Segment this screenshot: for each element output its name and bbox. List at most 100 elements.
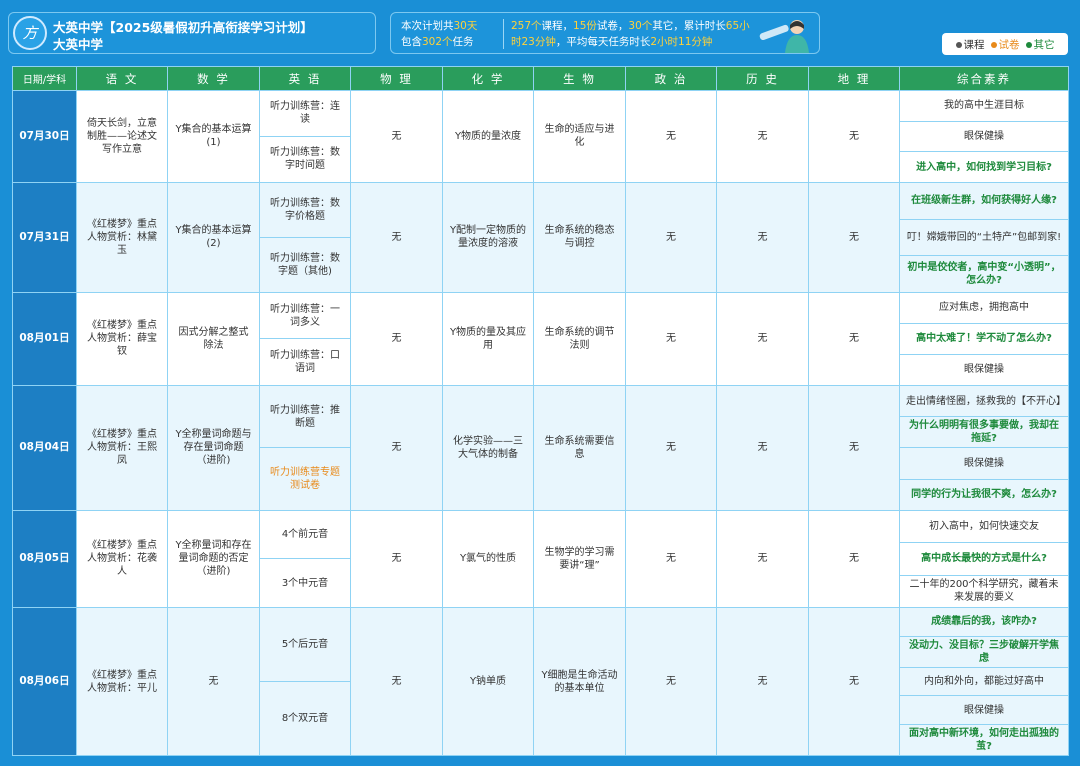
politics-cell[interactable]: 无 [625, 384, 717, 511]
math-cell[interactable]: Y集合的基本运算(1) [167, 90, 260, 183]
chemistry-cell[interactable]: Y物质的量及其应用 [442, 291, 534, 386]
english-cell[interactable]: 听力训练营：数字时间题 [259, 135, 351, 183]
plan-details: 257个课程，15份试卷，30个其它，累计时长65小时23分钟，平均每天任务时长… [511, 20, 750, 48]
geography-cell[interactable]: 无 [808, 181, 900, 293]
biology-cell[interactable]: 生命系统的调节法则 [533, 291, 626, 386]
biology-cell[interactable]: 生命系统的稳态与调控 [533, 181, 626, 293]
quality-cell[interactable]: 高中太难了！学不动了怎么办? [899, 322, 1069, 355]
math-cell[interactable]: Y全称量词和存在量词命题的否定（进阶) [167, 509, 260, 608]
quality-cell[interactable]: 叮！嫦娥带回的“土特产”包邮到家! [899, 218, 1069, 257]
math-cell[interactable]: Y全称量词命题与存在量词命题（进阶) [167, 384, 260, 511]
chinese-cell[interactable]: 《红楼梦》重点人物赏析：平儿 [76, 606, 168, 757]
quality-cell[interactable]: 成绩靠后的我，该咋办? [899, 606, 1069, 637]
history-cell[interactable]: 无 [716, 384, 809, 511]
date-cell[interactable]: 08月01日 [12, 291, 77, 386]
quality-cell[interactable]: 初入高中，如何快速交友 [899, 509, 1069, 544]
quality-cell[interactable]: 面对高中新环境，如何走出孤独的茧? [899, 724, 1069, 757]
physics-cell[interactable]: 无 [350, 291, 443, 386]
chemistry-cell[interactable]: Y物质的量浓度 [442, 90, 534, 183]
col-english: 英 语 [259, 66, 351, 91]
english-cell[interactable]: 3个中元音 [259, 558, 351, 608]
table-row: 07月30日 倚天长剑，立意制胜——论述文写作立意 Y集合的基本运算(1) 听力训练营… [12, 90, 1069, 183]
chinese-cell[interactable]: 倚天长剑，立意制胜——论述文写作立意 [76, 90, 168, 183]
quality-cell[interactable]: 同学的行为让我很不爽，怎么办? [899, 478, 1069, 511]
history-cell[interactable]: 无 [716, 90, 809, 183]
geography-cell[interactable]: 无 [808, 291, 900, 386]
col-biology: 生 物 [533, 66, 626, 91]
quality-cell[interactable]: 走出情绪怪圈，拯救我的【不开心】 [899, 384, 1069, 418]
english-cell[interactable]: 5个后元音 [259, 606, 351, 683]
quality-cell[interactable]: 我的高中生涯目标 [899, 90, 1069, 122]
quality-cell[interactable]: 进入高中，如何找到学习目标? [899, 151, 1069, 183]
quality-cell[interactable]: 应对焦虑，拥抱高中 [899, 291, 1069, 324]
geography-cell[interactable]: 无 [808, 606, 900, 757]
date-cell[interactable]: 08月05日 [12, 509, 77, 608]
biology-cell[interactable]: Y细胞是生命活动的基本单位 [533, 606, 626, 757]
math-cell[interactable]: 因式分解之整式除法 [167, 291, 260, 386]
date-cell[interactable]: 08月04日 [12, 384, 77, 511]
english-cell[interactable]: 听力训练营：连读 [259, 90, 351, 137]
politics-cell[interactable]: 无 [625, 291, 717, 386]
history-cell[interactable]: 无 [716, 291, 809, 386]
math-cell[interactable]: Y集合的基本运算(2) [167, 181, 260, 293]
col-quality: 综合素养 [899, 66, 1069, 91]
date-cell[interactable]: 07月31日 [12, 181, 77, 293]
col-history: 历 史 [716, 66, 809, 91]
english-cell[interactable]: 听力训练营：数字题（其他) [259, 236, 351, 293]
chinese-cell[interactable]: 《红楼梦》重点人物赏析：王熙凤 [76, 384, 168, 511]
quality-cell[interactable]: 在班级新生群，如何获得好人缘? [899, 181, 1069, 220]
col-date: 日期/学科 [12, 66, 77, 91]
chinese-cell[interactable]: 《红楼梦》重点人物赏析：林黛玉 [76, 181, 168, 293]
english-cell[interactable]: 听力训练营：推断题 [259, 384, 351, 449]
math-cell[interactable]: 无 [167, 606, 260, 757]
english-cell[interactable]: 听力训练营专题测试卷 [259, 447, 351, 511]
biology-cell[interactable]: 生物学的学习需要讲“理” [533, 509, 626, 608]
table-row: 08月04日 《红楼梦》重点人物赏析：王熙凤 Y全称量词命题与存在量词命题（进阶) 听… [12, 384, 1069, 511]
quality-cell[interactable]: 眼保健操 [899, 695, 1069, 726]
chemistry-cell[interactable]: Y配制一定物质的量浓度的溶液 [442, 181, 534, 293]
geography-cell[interactable]: 无 [808, 384, 900, 511]
col-chemistry: 化 学 [442, 66, 534, 91]
quality-cell[interactable]: 眼保健操 [899, 353, 1069, 386]
date-cell[interactable]: 08月06日 [12, 606, 77, 757]
physics-cell[interactable]: 无 [350, 181, 443, 293]
english-cell[interactable]: 听力训练营：口语词 [259, 338, 351, 386]
chemistry-cell[interactable]: 化学实验——三大气体的制备 [442, 384, 534, 511]
physics-cell[interactable]: 无 [350, 509, 443, 608]
biology-cell[interactable]: 生命系统需要信息 [533, 384, 626, 511]
politics-cell[interactable]: 无 [625, 606, 717, 757]
biology-cell[interactable]: 生命的适应与进化 [533, 90, 626, 183]
quality-cell[interactable]: 没动力、没目标？三步破解开学焦虑 [899, 635, 1069, 668]
politics-cell[interactable]: 无 [625, 90, 717, 183]
english-cell[interactable]: 听力训练营：一词多义 [259, 291, 351, 340]
quality-cell[interactable]: 二十年的200个科学研究，藏着未来发展的要义 [899, 574, 1069, 608]
history-cell[interactable]: 无 [716, 181, 809, 293]
quality-cell[interactable]: 为什么明明有很多事要做，我却在拖延? [899, 416, 1069, 449]
table-row: 08月01日 《红楼梦》重点人物赏析：薛宝钗 因式分解之整式除法 听力训练营：一词多义… [12, 291, 1069, 386]
geography-cell[interactable]: 无 [808, 90, 900, 183]
geography-cell[interactable]: 无 [808, 509, 900, 608]
date-cell[interactable]: 07月30日 [12, 90, 77, 183]
english-cell[interactable]: 8个双元音 [259, 681, 351, 757]
chinese-cell[interactable]: 《红楼梦》重点人物赏析：花袭人 [76, 509, 168, 608]
physics-cell[interactable]: 无 [350, 384, 443, 511]
quality-cell[interactable]: 眼保健操 [899, 447, 1069, 480]
table-header-row: 日期/学科 语 文 数 学 英 语 物 理 化 学 生 物 政 治 历 史 地 … [12, 66, 1069, 91]
quality-cell[interactable]: 高中成长最快的方式是什么? [899, 542, 1069, 576]
col-chinese: 语 文 [76, 66, 168, 91]
english-cell[interactable]: 4个前元音 [259, 509, 351, 560]
politics-cell[interactable]: 无 [625, 181, 717, 293]
table-row: 08月05日 《红楼梦》重点人物赏析：花袭人 Y全称量词和存在量词命题的否定（进阶)… [12, 509, 1069, 608]
quality-cell[interactable]: 初中是佼佼者，高中变“小透明”，怎么办? [899, 255, 1069, 293]
history-cell[interactable]: 无 [716, 606, 809, 757]
history-cell[interactable]: 无 [716, 509, 809, 608]
politics-cell[interactable]: 无 [625, 509, 717, 608]
quality-cell[interactable]: 眼保健操 [899, 120, 1069, 153]
chemistry-cell[interactable]: Y氯气的性质 [442, 509, 534, 608]
physics-cell[interactable]: 无 [350, 606, 443, 757]
english-cell[interactable]: 听力训练营：数字价格题 [259, 181, 351, 238]
quality-cell[interactable]: 内向和外向，都能过好高中 [899, 666, 1069, 697]
physics-cell[interactable]: 无 [350, 90, 443, 183]
chemistry-cell[interactable]: Y钠单质 [442, 606, 534, 757]
chinese-cell[interactable]: 《红楼梦》重点人物赏析：薛宝钗 [76, 291, 168, 386]
